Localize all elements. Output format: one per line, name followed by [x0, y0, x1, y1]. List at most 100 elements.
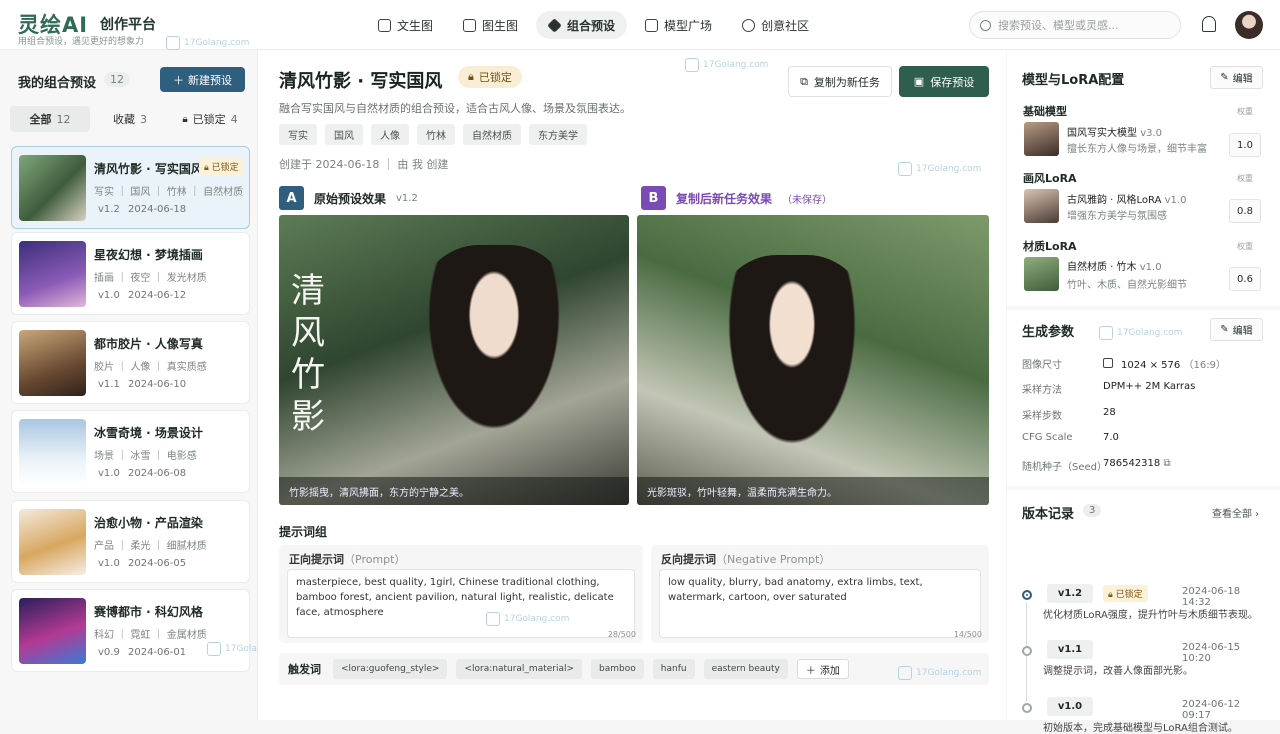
label-a: A [279, 186, 304, 210]
preset-card[interactable]: 治愈小物 · 产品渲染 产品 ｜ 柔光 ｜ 细腻材质 v1.0 2024-06-… [11, 500, 250, 583]
original-result-image[interactable]: 清风竹影 竹影摇曳，清风拂面，东方的宁静之美。 [279, 215, 629, 505]
preset-card[interactable]: 清风竹影 · 写实国风 🔒︎ 已锁定 写实 ｜ 国风 ｜ 竹林 ｜ 自然材质 v… [11, 146, 250, 229]
nav-presets[interactable]: 组合预设 [536, 11, 628, 39]
base-model-name[interactable]: 国风写实大模型 v3.0 [1067, 124, 1162, 139]
filter-favorites[interactable]: 收藏 3 [90, 106, 170, 132]
copy-as-new-task-button[interactable]: ⧉ 复制为新任务 [788, 66, 892, 97]
version-history-section: 版本记录 3 查看全部 › v1.2 🔒︎ 已锁定 2024-06-18 14:… [1007, 490, 1280, 734]
nav-image-to-image[interactable]: 图生图 [451, 11, 530, 39]
save-preset-button[interactable]: ▣ 保存预设 [899, 66, 989, 97]
prompt-group-title: 提示词组 [279, 525, 328, 539]
tag[interactable]: 东方美学 [529, 124, 587, 145]
compare-b-title: 复制后新任务效果 [676, 191, 773, 206]
new-task-result-image[interactable]: 光影斑驳，竹叶轻舞，温柔而充满生命力。 [637, 215, 989, 505]
watermark: 17Golang.com [898, 162, 981, 176]
version-date: 2024-06-12 09:17 [1182, 699, 1241, 721]
version-date: 2024-06-18 14:32 [1182, 586, 1241, 608]
copy-icon[interactable]: ⧉ [1163, 458, 1170, 469]
param-value: 786542318 ⧉ [1103, 458, 1171, 469]
copy-label: 复制为新任务 [813, 75, 880, 89]
preset-version: v1.2 [98, 204, 120, 215]
positive-prompt-label: 正向提示词（Prompt） [289, 553, 406, 566]
locked-badge: 🔒︎ 已锁定 [1103, 585, 1148, 602]
image-caption: 竹影摇曳，清风拂面，东方的宁静之美。 [279, 477, 629, 505]
preset-card[interactable]: 星夜幻想 · 梦境插画 插画 ｜ 夜空 ｜ 发光材质 v1.0 2024-06-… [11, 232, 250, 315]
tag[interactable]: 写实 [279, 124, 317, 145]
tag[interactable]: 国风 [325, 124, 363, 145]
nav-label: 文生图 [397, 18, 434, 33]
nav-label: 模型广场 [664, 18, 713, 33]
search-placeholder: 搜索预设、模型或灵感... [998, 19, 1119, 32]
param-value: DPM++ 2M Karras [1103, 381, 1196, 392]
edit-icon: ✎ [1220, 324, 1229, 335]
edit-params-button[interactable]: ✎ 编辑 [1210, 318, 1263, 341]
negative-prompt-field[interactable]: low quality, blurry, bad anatomy, extra … [659, 569, 981, 638]
search-input[interactable]: 搜索预设、模型或灵感... [969, 11, 1181, 39]
section-title: 生成参数 [1022, 325, 1075, 340]
char-count: 28/500 [607, 630, 636, 639]
preset-thumbnail [19, 509, 86, 575]
style-lora-label: 画风LoRA [1023, 172, 1077, 185]
preset-title: 星夜幻想 · 梦境插画 [94, 248, 203, 262]
style-lora-desc: 增强东方美学与氛围感 [1067, 211, 1167, 222]
style-lora-weight[interactable]: 0.8 [1229, 199, 1261, 223]
trigger-chip[interactable]: <lora:guofeng_style> [333, 659, 448, 679]
negative-prompt-panel: 反向提示词（Negative Prompt） low quality, blur… [651, 545, 989, 643]
tag[interactable]: 人像 [371, 124, 409, 145]
nav-model-square[interactable]: 模型广场 [633, 11, 724, 39]
label-b: B [641, 186, 666, 210]
trigger-chip[interactable]: bamboo [591, 659, 644, 679]
preset-tags: 写实 ｜ 国风 ｜ 竹林 ｜ 自然材质 [94, 187, 244, 198]
view-all-link[interactable]: 查看全部 › [1212, 505, 1259, 520]
preset-title: 都市胶片 · 人像写真 [94, 337, 203, 351]
preset-card[interactable]: 赛博都市 · 科幻风格 科幻 ｜ 霓虹 ｜ 金属材质 v0.9 2024-06-… [11, 589, 250, 672]
trigger-chip[interactable]: hanfu [652, 659, 695, 679]
edit-models-button[interactable]: ✎ 编辑 [1210, 66, 1263, 89]
style-lora-name[interactable]: 古风雅韵 · 风格LoRA v1.0 [1067, 191, 1186, 206]
base-model-desc: 擅长东方人像与场景，细节丰富 [1067, 144, 1207, 155]
param-label: 随机种子（Seed） [1022, 462, 1107, 473]
version-dot [1022, 703, 1032, 713]
preset-version: v1.1 [98, 379, 120, 390]
positive-prompt-field[interactable]: masterpiece, best quality, 1girl, Chines… [287, 569, 635, 638]
filter-all[interactable]: 全部 12 [10, 106, 90, 132]
preset-card[interactable]: 都市胶片 · 人像写真 胶片 ｜ 人像 ｜ 真实质感 v1.1 2024-06-… [11, 321, 250, 404]
base-model-thumbnail [1024, 122, 1059, 156]
preset-date: 2024-06-08 [128, 468, 187, 479]
preset-date: 2024-06-01 [128, 647, 187, 658]
new-preset-button[interactable]: ＋ 新建预设 [160, 67, 245, 92]
material-lora-weight[interactable]: 0.6 [1229, 267, 1261, 291]
filter-locked[interactable]: 🔒︎ 已锁定 4 [170, 106, 250, 132]
preset-date: 2024-06-05 [128, 558, 187, 569]
avatar[interactable] [1235, 11, 1263, 39]
nav-text-to-image[interactable]: 文生图 [366, 11, 445, 39]
version-dot [1022, 646, 1032, 656]
image-caption: 光影斑驳，竹叶轻舞，温柔而充满生命力。 [637, 477, 989, 505]
bell-icon[interactable] [1202, 16, 1216, 32]
watermark: 17Golang.com [898, 666, 981, 680]
trigger-chip[interactable]: eastern beauty [703, 659, 788, 679]
preset-title: 冰雪奇境 · 场景设计 [94, 426, 203, 440]
param-label: 采样步数 [1022, 411, 1062, 422]
watermark: 17Golang.com [166, 36, 249, 50]
material-lora-name[interactable]: 自然材质 · 竹木 v1.0 [1067, 258, 1162, 273]
size-icon [1103, 358, 1113, 368]
preset-tags: 胶片 ｜ 人像 ｜ 真实质感 [94, 362, 207, 373]
main-nav: 文生图 图生图 组合预设 模型广场 创意社区 [366, 11, 821, 39]
add-trigger-button[interactable]: ＋添加 [796, 659, 849, 679]
tag[interactable]: 自然材质 [463, 124, 521, 145]
portrait-figure [419, 245, 569, 445]
base-model-label: 基础模型 [1023, 105, 1067, 118]
section-title: 版本记录 [1022, 507, 1075, 522]
preset-version: v1.0 [98, 558, 120, 569]
tag[interactable]: 竹林 [417, 124, 455, 145]
app-subtitle: 创作平台 [100, 17, 156, 33]
save-label: 保存预设 [930, 75, 975, 89]
nav-community[interactable]: 创意社区 [730, 11, 821, 39]
preset-tags: 写实 国风 人像 竹林 自然材质 东方美学 [279, 124, 587, 145]
preset-card[interactable]: 冰雪奇境 · 场景设计 场景 ｜ 冰雪 ｜ 电影感 v1.0 2024-06-0… [11, 410, 250, 493]
trigger-chip[interactable]: <lora:natural_material> [456, 659, 583, 679]
preset-description: 融合写实国风与自然材质的组合预设，适合古风人像、场景及氛围表达。 [279, 102, 631, 115]
base-model-weight[interactable]: 1.0 [1229, 133, 1261, 157]
style-lora-thumbnail [1024, 189, 1059, 223]
